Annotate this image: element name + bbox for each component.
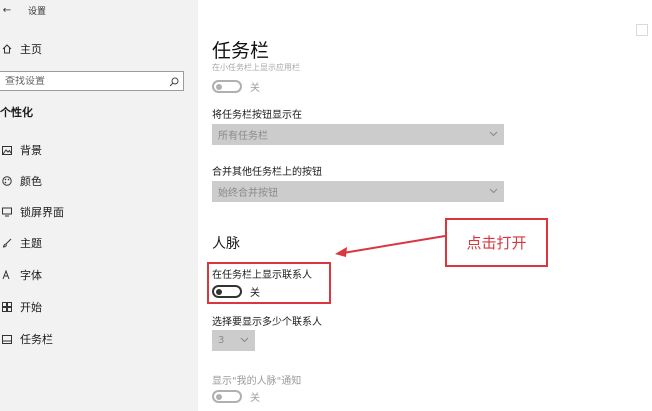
sidebar-item-themes[interactable]: 主题 — [0, 232, 42, 254]
dropdown-value: 3 — [218, 335, 225, 346]
sidebar-item-label: 主页 — [20, 43, 42, 56]
settings-sidebar: ← 设置 主页 个性化 背景 颜色 锁屏界面 主 — [0, 0, 198, 411]
sidebar-item-label: 开始 — [20, 301, 42, 314]
lock-screen-icon — [0, 207, 14, 217]
sidebar-item-label: 任务栏 — [20, 333, 53, 346]
sidebar-item-colors[interactable]: 颜色 — [0, 170, 42, 192]
font-icon — [0, 270, 14, 280]
start-icon — [0, 302, 14, 312]
combine-buttons-dropdown[interactable]: 始终合并按钮 — [212, 181, 504, 202]
people-notification-label: 显示"我的人脉"通知 — [212, 376, 302, 387]
callout-box: 点击打开 — [445, 218, 548, 267]
toggle-state-label: 关 — [250, 393, 260, 404]
button-position-label: 将任务栏按钮显示在 — [212, 110, 302, 121]
window-title-bar: ← 设置 — [0, 4, 46, 17]
sidebar-section-title: 个性化 — [0, 106, 33, 119]
people-section-title: 人脉 — [212, 236, 240, 252]
sidebar-item-lock-screen[interactable]: 锁屏界面 — [0, 201, 64, 223]
sidebar-item-label: 锁屏界面 — [20, 206, 64, 219]
contacts-count-dropdown[interactable]: 3 — [212, 330, 255, 351]
dropdown-value: 所有任务栏 — [218, 131, 268, 142]
palette-icon — [0, 176, 14, 186]
toggle-knob — [216, 83, 222, 90]
contacts-count-label: 选择要显示多少个联系人 — [212, 317, 322, 328]
sidebar-item-background[interactable]: 背景 — [0, 139, 42, 161]
search-input[interactable] — [5, 75, 155, 87]
highlight-box — [207, 262, 331, 304]
window-title: 设置 — [28, 7, 47, 17]
search-icon[interactable] — [169, 72, 179, 91]
toggle-state-label: 关 — [250, 83, 260, 94]
sidebar-item-home[interactable]: 主页 — [0, 38, 42, 60]
sidebar-item-label: 颜色 — [20, 175, 42, 188]
faded-setting-label: 在小任务栏上显示应用栏 — [212, 63, 300, 72]
chevron-down-icon — [240, 335, 249, 346]
people-notification-toggle[interactable] — [212, 390, 242, 403]
taskbar-icon — [0, 334, 14, 344]
toggle-knob — [216, 393, 222, 400]
callout-text: 点击打开 — [466, 234, 527, 252]
window-corner-mark — [636, 24, 648, 36]
home-icon — [0, 44, 14, 54]
sidebar-item-label: 字体 — [20, 269, 42, 282]
small-taskbar-toggle-row: 关 — [212, 79, 260, 94]
sidebar-item-label: 主题 — [20, 237, 42, 250]
button-position-dropdown[interactable]: 所有任务栏 — [212, 124, 504, 145]
taskbar-settings-panel: 任务栏 在小任务栏上显示应用栏 关 将任务栏按钮显示在 所有任务栏 合并其他任务… — [198, 0, 652, 411]
sidebar-item-start[interactable]: 开始 — [0, 296, 42, 318]
brush-icon — [0, 238, 14, 248]
sidebar-item-fonts[interactable]: 字体 — [0, 264, 42, 286]
combine-buttons-label: 合并其他任务栏上的按钮 — [212, 167, 322, 178]
page-title: 任务栏 — [212, 40, 270, 62]
small-taskbar-toggle[interactable] — [212, 80, 242, 93]
sidebar-item-label: 背景 — [20, 144, 42, 157]
chevron-down-icon — [489, 129, 498, 140]
annotation-arrow-icon — [335, 235, 446, 257]
chevron-down-icon — [489, 186, 498, 197]
sidebar-item-taskbar[interactable]: 任务栏 — [0, 328, 53, 350]
picture-icon — [0, 145, 14, 155]
dropdown-value: 始终合并按钮 — [218, 188, 278, 199]
settings-search-box[interactable] — [0, 71, 184, 91]
people-notification-toggle-row: 关 — [212, 389, 260, 404]
back-arrow-icon[interactable]: ← — [0, 5, 14, 16]
